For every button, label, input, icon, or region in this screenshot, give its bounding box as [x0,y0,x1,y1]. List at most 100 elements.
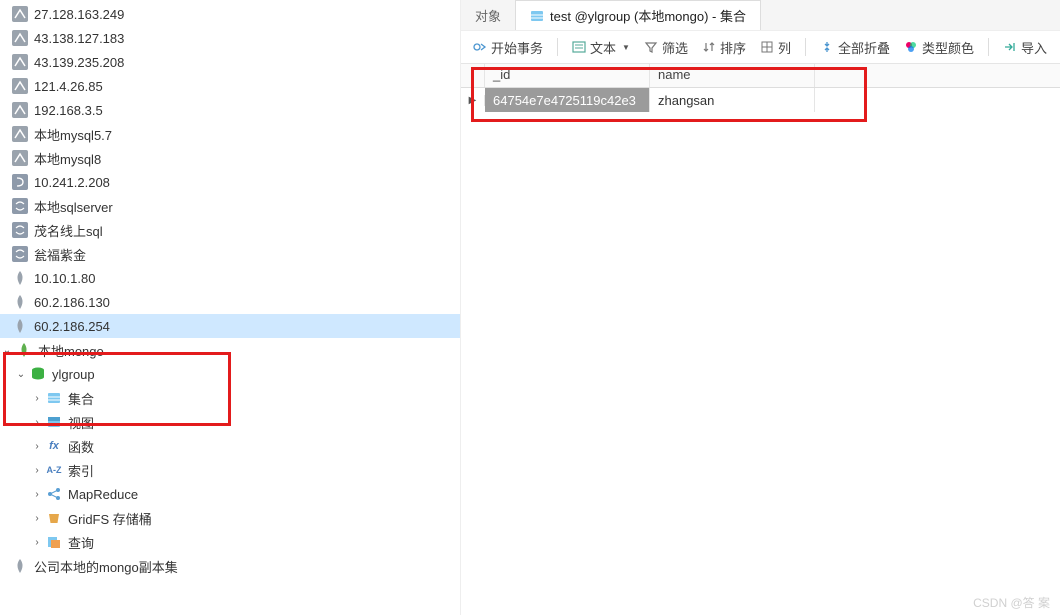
connection-tree: 27.128.163.249 43.138.127.183 43.139.235… [0,0,460,615]
server-item[interactable]: 192.168.3.5 [0,98,460,122]
divider [805,38,806,56]
tree-query[interactable]: ›查询 [0,530,460,554]
server-item[interactable]: 10.10.1.80 [0,266,460,290]
server-label: 本地sqlserver [34,197,113,216]
text-button[interactable]: 文本▼ [566,35,636,60]
server-label: 43.138.127.183 [34,31,124,46]
tab-collection[interactable]: test @ylgroup (本地mongo) - 集合 [515,0,761,30]
tree-function[interactable]: ›fx函数 [0,434,460,458]
cell-name[interactable]: zhangsan [650,88,815,112]
tree-label: GridFS 存储桶 [68,509,152,528]
server-label: 本地mongo [38,341,104,360]
mongo-icon [16,342,32,358]
server-label: 10.10.1.80 [34,271,95,286]
cell-id[interactable]: 64754e7e4725119c42e3 [485,88,650,112]
app-root: 27.128.163.249 43.138.127.183 43.139.235… [0,0,1060,615]
column-header-name[interactable]: name [650,64,815,87]
caret-down-icon: ▼ [622,43,630,52]
colors-icon [904,40,918,54]
server-label: 公司本地的mongo副本集 [34,557,178,576]
tree-label: 索引 [68,461,94,480]
server-label: 茂名线上sql [34,221,103,240]
server-label: 本地mysql8 [34,149,101,168]
tab-objects[interactable]: 对象 [461,1,515,30]
server-label: 本地mysql5.7 [34,125,112,144]
chevron-right-icon[interactable]: › [30,415,44,429]
server-item[interactable]: 本地mysql5.7 [0,122,460,146]
database-item[interactable]: ⌄ ylgroup [0,362,460,386]
tree-mapreduce[interactable]: › MapReduce [0,482,460,506]
data-grid: _id name ▶ 64754e7e4725119c42e3 zhangsan [461,64,1060,112]
text-icon [572,40,586,54]
grid-icon [760,40,774,54]
query-icon [46,534,62,550]
collection-icon [46,390,62,406]
chevron-right-icon[interactable]: › [30,463,44,477]
server-item[interactable]: 60.2.186.130 [0,290,460,314]
filter-icon [644,40,658,54]
mysql-icon [12,54,28,70]
column-header-id[interactable]: _id [485,64,650,87]
tab-bar: 对象 test @ylgroup (本地mongo) - 集合 [461,0,1060,30]
filter-button[interactable]: 筛选 [638,35,694,60]
tree-gridfs[interactable]: › GridFS 存储桶 [0,506,460,530]
table-row[interactable]: ▶ 64754e7e4725119c42e3 zhangsan [461,88,1060,112]
server-label: 瓮福紫金 [34,245,86,264]
row-header-corner [461,64,485,87]
server-item[interactable]: ⌄ 本地mongo [0,338,460,362]
chevron-down-icon[interactable]: ⌄ [14,367,28,381]
server-item[interactable]: 43.139.235.208 [0,50,460,74]
chevron-right-icon[interactable]: › [30,511,44,525]
server-item[interactable]: 27.128.163.249 [0,2,460,26]
sort-icon [702,40,716,54]
server-item[interactable]: 10.241.2.208 [0,170,460,194]
import-button[interactable]: 导入 [997,35,1053,60]
type-colors-button[interactable]: 类型颜色 [898,35,980,60]
mongo-icon [12,558,28,574]
mongo-icon [12,294,28,310]
server-item[interactable]: 本地mysql8 [0,146,460,170]
begin-transaction-button[interactable]: 开始事务 [467,35,549,60]
collapse-all-button[interactable]: 全部折叠 [814,35,896,60]
grid-header: _id name [461,64,1060,88]
divider [557,38,558,56]
server-item[interactable]: 60.2.186.254 [0,314,460,338]
tree-label: 函数 [68,437,94,456]
mysql-icon [12,30,28,46]
chevron-right-icon[interactable]: › [30,391,44,405]
main-panel: 对象 test @ylgroup (本地mongo) - 集合 开始事务 文本▼… [460,0,1060,615]
server-label: 60.2.186.254 [34,319,110,334]
row-indicator-icon: ▶ [461,95,485,106]
server-label: 27.128.163.249 [34,7,124,22]
chevron-right-icon[interactable]: › [30,439,44,453]
tree-label: 集合 [68,389,94,408]
server-item[interactable]: 茂名线上sql [0,218,460,242]
server-label: 43.139.235.208 [34,55,124,70]
tree-index[interactable]: ›A-Z索引 [0,458,460,482]
chevron-right-icon[interactable]: › [30,487,44,501]
mongo-icon [12,270,28,286]
tree-label: MapReduce [68,487,138,502]
chevron-down-icon[interactable]: ⌄ [0,343,14,357]
server-item[interactable]: 瓮福紫金 [0,242,460,266]
columns-button[interactable]: 列 [754,35,797,60]
chevron-right-icon[interactable]: › [30,535,44,549]
server-label: 10.241.2.208 [34,175,110,190]
toolbar: 开始事务 文本▼ 筛选 排序 列 全部折叠 类型颜色 导入 [461,30,1060,64]
divider [988,38,989,56]
db-label: ylgroup [52,367,95,382]
postgres-icon [12,174,28,190]
sqlserver-icon [12,198,28,214]
server-label: 121.4.26.85 [34,79,103,94]
tree-view[interactable]: ›视图 [0,410,460,434]
server-item[interactable]: 本地sqlserver [0,194,460,218]
server-item[interactable]: 43.138.127.183 [0,26,460,50]
transaction-icon [473,40,487,54]
server-item[interactable]: 公司本地的mongo副本集 [0,554,460,578]
sqlserver-icon [12,246,28,262]
tree-collection[interactable]: › 集合 [0,386,460,410]
tab-label: test @ylgroup (本地mongo) - 集合 [550,6,746,25]
sort-button[interactable]: 排序 [696,35,752,60]
watermark: CSDN @答 案 [973,594,1050,611]
server-item[interactable]: 121.4.26.85 [0,74,460,98]
